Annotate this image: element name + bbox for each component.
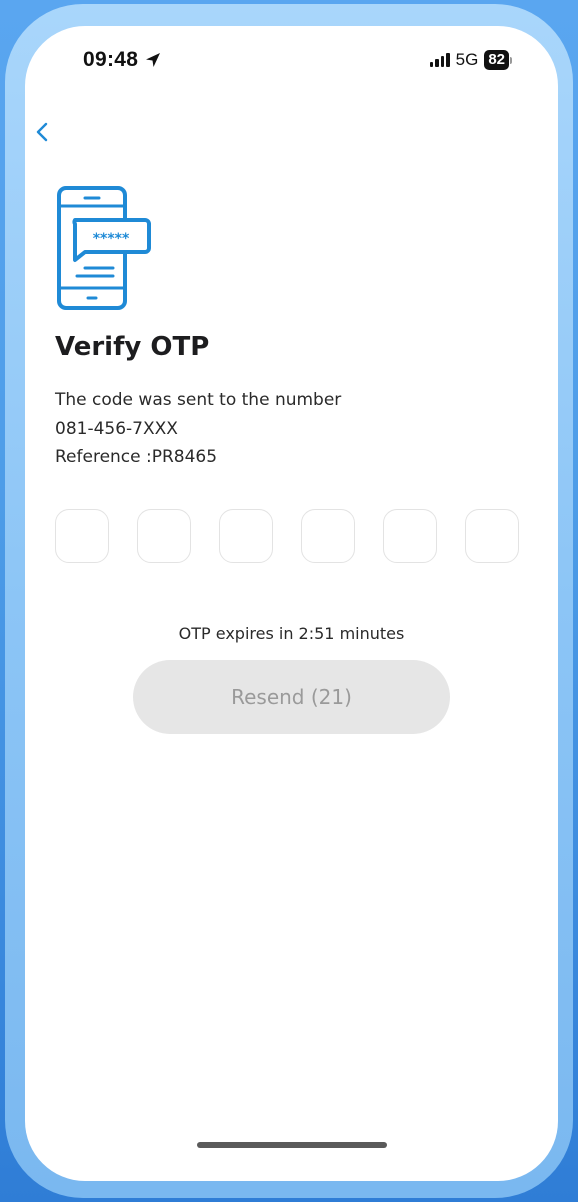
chevron-left-icon[interactable] — [33, 120, 53, 144]
battery-icon: 82 — [484, 50, 512, 70]
home-indicator[interactable] — [197, 1142, 387, 1148]
status-time: 09:48 — [83, 48, 162, 72]
otp-input-group — [55, 509, 519, 563]
phone-screen: 09:48 5G 82 ***** Verify OTP The code wa… — [25, 26, 558, 1181]
status-time-text: 09:48 — [83, 48, 139, 71]
otp-digit-5[interactable] — [383, 509, 437, 563]
illustration-stars: ***** — [93, 231, 130, 247]
network-type: 5G — [455, 50, 479, 69]
battery-level: 82 — [484, 50, 509, 70]
otp-expiry-text: OTP expires in 2:51 minutes — [178, 624, 405, 643]
otp-digit-2[interactable] — [137, 509, 191, 563]
resend-button[interactable]: Resend (21) — [133, 660, 450, 734]
otp-digit-1[interactable] — [55, 509, 109, 563]
description-text: The code was sent to the number — [55, 390, 342, 410]
otp-digit-3[interactable] — [219, 509, 273, 563]
otp-digit-6[interactable] — [465, 509, 519, 563]
otp-digit-4[interactable] — [301, 509, 355, 563]
phone-number: 081-456-7XXX — [55, 418, 178, 439]
cellular-signal-icon — [429, 53, 450, 67]
phone-otp-icon: ***** — [57, 186, 151, 310]
otp-description: The code was sent to the number 081-456-… — [55, 386, 341, 472]
reference-code: Reference :PR8465 — [55, 447, 218, 467]
status-indicators: 5G 82 — [429, 50, 512, 70]
page-title: Verify OTP — [55, 332, 210, 362]
location-arrow-icon — [146, 53, 161, 67]
